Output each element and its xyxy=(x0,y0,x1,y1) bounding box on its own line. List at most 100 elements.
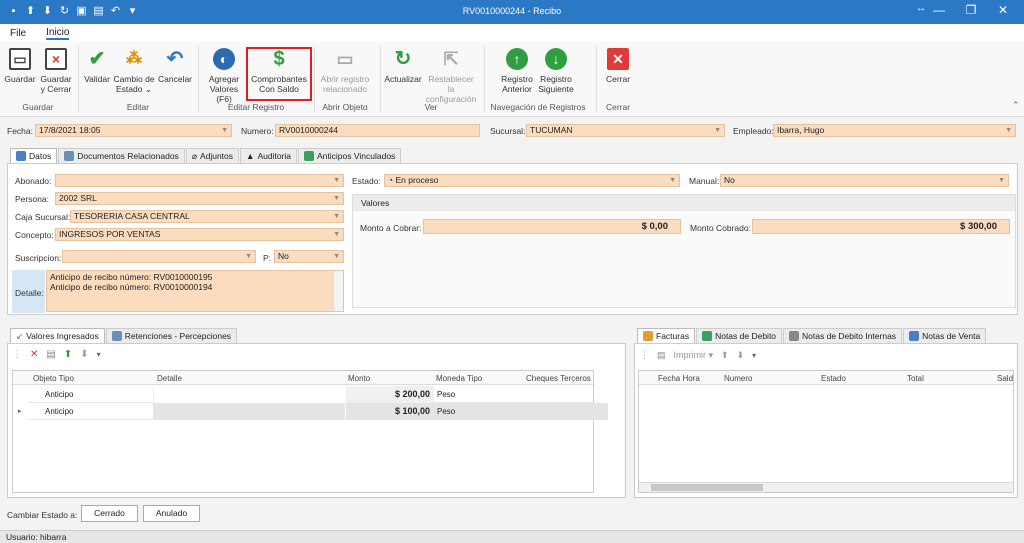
ribbon-separator xyxy=(596,46,597,112)
sucursal-field[interactable]: TUCUMAN ▼ xyxy=(526,124,725,137)
tab-valores-ingresados[interactable]: ↙ Valores Ingresados xyxy=(10,328,105,343)
row-detalle xyxy=(153,386,345,403)
col-estado[interactable]: Estado xyxy=(821,374,846,383)
col-moneda-tipo[interactable]: Moneda Tipo xyxy=(436,374,482,383)
grip-icon: ⋮ xyxy=(12,349,22,360)
fecha-label: Fecha: xyxy=(7,126,33,136)
suscripcion-field[interactable]: ▼ xyxy=(62,250,256,263)
imprimir-button[interactable]: Imprimir ▾ xyxy=(674,350,714,361)
layout-icon[interactable]: ▤ xyxy=(46,349,55,360)
close-icon: ✕ xyxy=(607,48,629,70)
cambiar-estado-label: Cambiar Estado a: xyxy=(7,510,78,520)
row-tipo: Anticipo xyxy=(45,407,74,416)
maximize-button[interactable]: ❐ xyxy=(956,3,986,17)
col-fecha-hora[interactable]: Fecha Hora xyxy=(658,374,700,383)
numero-label: Numero: xyxy=(241,126,274,136)
manual-field[interactable]: No ▼ xyxy=(720,174,1009,187)
group-guardar: Guardar xyxy=(22,102,54,112)
tab-notas-venta[interactable]: Notas de Venta xyxy=(903,328,987,343)
col-detalle[interactable]: Detalle xyxy=(157,374,182,383)
detalle-textarea[interactable]: Anticipo de recibo número: RV0010000195 … xyxy=(46,270,344,312)
group-editar-registro: Editar Registro xyxy=(227,102,285,112)
abonado-field[interactable]: ▼ xyxy=(55,174,344,187)
menu-file[interactable]: File xyxy=(10,28,26,39)
grid-icon xyxy=(702,331,713,341)
col-saldo[interactable]: Sald xyxy=(997,374,1013,383)
move-up-icon[interactable]: ⬆ xyxy=(721,350,729,361)
audit-icon: ▲ xyxy=(246,151,255,161)
tab-adjuntos[interactable]: ⌀ Adjuntos xyxy=(185,148,240,163)
guardar-cerrar-button[interactable]: × Guardar y Cerrar xyxy=(38,46,74,94)
actualizar-button[interactable]: ↻ Actualizar xyxy=(383,46,423,84)
main-tabs: Datos Documentos Relacionados ⌀ Adjuntos … xyxy=(10,148,402,163)
tab-facturas[interactable]: Facturas xyxy=(637,328,696,343)
minimize-button[interactable]: — xyxy=(924,3,954,17)
move-down-icon[interactable]: ⬇ xyxy=(737,350,745,361)
tab-auditoria[interactable]: ▲ Auditoria xyxy=(240,148,298,163)
grid-icon xyxy=(789,331,800,341)
restablecer-button[interactable]: ⇱ Restablecer la configuración xyxy=(424,46,478,104)
toolbar-dropdown-icon[interactable]: ▾ xyxy=(97,350,101,359)
validar-button[interactable]: ✔ Validar xyxy=(82,46,112,84)
right-tabs: Facturas Notas de Debito Notas de Debito… xyxy=(637,328,987,343)
collapse-ribbon-icon[interactable]: ⌃ xyxy=(1012,100,1020,111)
col-objeto-tipo[interactable]: Objeto Tipo xyxy=(33,374,74,383)
open-record-icon: ▭ xyxy=(336,49,354,69)
ribbon-separator xyxy=(198,46,199,112)
tab-anticipos[interactable]: Anticipos Vinculados xyxy=(298,148,402,163)
delete-icon[interactable]: ✕ xyxy=(30,349,38,360)
grid-icon xyxy=(111,331,122,341)
empleado-label: Empleado: xyxy=(733,126,774,136)
fecha-field[interactable]: 17/8/2021 18:05 ▼ xyxy=(35,124,232,137)
col-numero[interactable]: Numero xyxy=(724,374,752,383)
tab-notas-debito-internas[interactable]: Notas de Debito Internas xyxy=(783,328,903,343)
tab-retenciones[interactable]: Retenciones - Percepciones xyxy=(105,328,238,343)
move-down-icon[interactable]: ⬇ xyxy=(80,349,88,360)
tab-datos[interactable]: Datos xyxy=(10,148,58,163)
estado-field[interactable]: ◔ En proceso ▼ xyxy=(384,174,680,187)
close-window-button[interactable]: ✕ xyxy=(988,3,1018,17)
suscripcion-label: Suscripcion: xyxy=(15,253,62,263)
valores-title: Valores xyxy=(353,195,1015,211)
table-row[interactable]: Anticipo $ 100,00 Peso xyxy=(28,403,608,420)
detalle-scrollbar[interactable] xyxy=(333,271,343,311)
ribbon-separator xyxy=(78,46,79,112)
col-monto[interactable]: Monto xyxy=(348,374,370,383)
cambio-estado-button[interactable]: ⁂ Cambio de Estado ⌄ xyxy=(113,46,155,95)
window-title: RV0010000244 - Recibo xyxy=(462,6,562,16)
registro-anterior-button[interactable]: ↑ Registro Anterior xyxy=(499,46,535,94)
concepto-field[interactable]: INGRESOS POR VENTAS ▼ xyxy=(55,228,344,241)
group-navegacion: Navegación de Registros xyxy=(490,102,586,112)
horizontal-scrollbar[interactable] xyxy=(639,482,1013,492)
cerrar-button[interactable]: ✕ Cerrar xyxy=(603,46,633,84)
move-up-icon[interactable]: ⬆ xyxy=(64,349,72,360)
undo-icon: ↶ xyxy=(166,48,184,70)
p-label: P: xyxy=(263,253,272,263)
anulado-button[interactable]: Anulado xyxy=(143,505,200,522)
row-monto: $ 100,00 xyxy=(346,403,434,420)
table-row[interactable]: Anticipo $ 200,00 Peso xyxy=(28,386,593,403)
cancelar-button[interactable]: ↶ Cancelar xyxy=(157,46,193,84)
p-field[interactable]: No ▼ xyxy=(274,250,344,263)
persona-field[interactable]: 2002 SRL ▼ xyxy=(55,192,344,205)
guardar-button[interactable]: ▭ Guardar xyxy=(4,46,36,84)
agregar-valores-button[interactable]: ◐ Agregar Valores (F6) xyxy=(202,46,246,104)
col-total[interactable]: Total xyxy=(907,374,924,383)
menu-inicio[interactable]: Inicio xyxy=(46,27,70,40)
registro-siguiente-button[interactable]: ↓ Registro Siguiente xyxy=(537,46,575,94)
caja-field[interactable]: TESORERIA CASA CENTRAL ▼ xyxy=(70,210,344,223)
abonado-label: Abonado: xyxy=(15,176,52,186)
tab-notas-debito[interactable]: Notas de Debito xyxy=(696,328,783,343)
toolbar-dropdown-icon[interactable]: ▾ xyxy=(752,351,756,360)
col-cheques[interactable]: Cheques Terceros xyxy=(526,374,591,383)
scrollbar-thumb[interactable] xyxy=(651,484,763,491)
numero-field[interactable]: RV0010000244 xyxy=(275,124,480,137)
abrir-registro-button[interactable]: ▭ Abrir registro relacionado xyxy=(318,46,372,94)
layout-icon[interactable]: ▤ xyxy=(657,350,666,361)
empleado-field[interactable]: Ibarra, Hugo ▼ xyxy=(773,124,1016,137)
monto-cobrar-field[interactable]: $ 0,00 xyxy=(423,219,681,234)
monto-cobrado-field[interactable]: $ 300,00 xyxy=(752,219,1010,234)
cerrado-button[interactable]: Cerrado xyxy=(81,505,138,522)
tab-documentos[interactable]: Documentos Relacionados xyxy=(58,148,185,163)
usuario-status: Usuario: hibarra xyxy=(6,532,67,542)
